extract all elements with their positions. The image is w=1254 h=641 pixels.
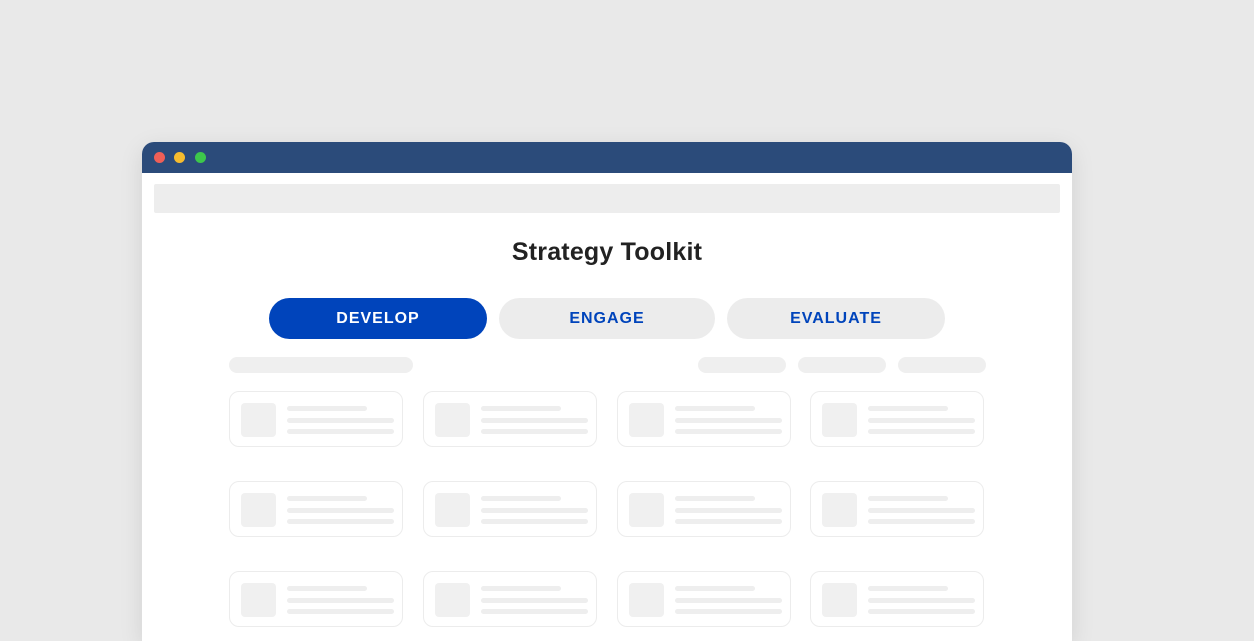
card-text-placeholder: [868, 508, 975, 513]
card-text-placeholder: [675, 508, 782, 513]
card-text-placeholder: [481, 609, 588, 614]
card-text-placeholder: [481, 418, 588, 423]
maximize-window-icon[interactable]: [195, 152, 206, 163]
card-text-placeholder: [481, 598, 588, 603]
browser-window: Strategy Toolkit DEVELOP ENGAGE EVALUATE: [142, 142, 1072, 641]
card-thumbnail: [241, 403, 276, 437]
minimize-window-icon[interactable]: [174, 152, 185, 163]
toolkit-card[interactable]: [617, 571, 791, 627]
toolkit-card[interactable]: [423, 481, 597, 537]
card-text-placeholder: [287, 406, 367, 411]
card-thumbnail: [435, 403, 470, 437]
card-text-placeholder: [481, 586, 561, 591]
card-text-placeholder: [868, 418, 975, 423]
toolkit-card[interactable]: [229, 481, 403, 537]
toolkit-card[interactable]: [810, 481, 984, 537]
card-thumbnail: [822, 493, 857, 527]
card-text-placeholder: [868, 586, 948, 591]
card-thumbnail: [629, 493, 664, 527]
card-text-placeholder: [868, 598, 975, 603]
card-thumbnail: [822, 583, 857, 617]
card-text-placeholder: [868, 496, 948, 501]
sort-placeholder-3: [898, 357, 986, 373]
tab-develop[interactable]: DEVELOP: [269, 298, 487, 339]
close-window-icon[interactable]: [154, 152, 165, 163]
card-text-placeholder: [287, 496, 367, 501]
card-text-placeholder: [675, 418, 782, 423]
page-title: Strategy Toolkit: [511, 238, 703, 266]
sort-placeholder-1: [698, 357, 786, 373]
card-thumbnail: [435, 583, 470, 617]
tab-engage[interactable]: ENGAGE: [499, 298, 715, 339]
card-thumbnail: [629, 403, 664, 437]
card-text-placeholder: [868, 429, 975, 434]
card-text-placeholder: [287, 418, 394, 423]
card-text-placeholder: [868, 406, 948, 411]
toolkit-card[interactable]: [617, 481, 791, 537]
card-text-placeholder: [675, 586, 755, 591]
card-text-placeholder: [287, 508, 394, 513]
toolkit-card[interactable]: [229, 391, 403, 447]
tab-evaluate[interactable]: EVALUATE: [727, 298, 945, 339]
card-text-placeholder: [481, 496, 561, 501]
card-thumbnail: [241, 493, 276, 527]
card-text-placeholder: [675, 406, 755, 411]
card-text-placeholder: [481, 508, 588, 513]
sort-placeholder-2: [798, 357, 886, 373]
card-text-placeholder: [287, 598, 394, 603]
card-text-placeholder: [287, 519, 394, 524]
toolkit-card[interactable]: [810, 571, 984, 627]
card-thumbnail: [629, 583, 664, 617]
card-text-placeholder: [868, 519, 975, 524]
toolkit-card[interactable]: [423, 571, 597, 627]
window-titlebar: [142, 142, 1072, 173]
card-text-placeholder: [287, 586, 367, 591]
card-text-placeholder: [675, 519, 782, 524]
card-thumbnail: [241, 583, 276, 617]
toolkit-card[interactable]: [423, 391, 597, 447]
card-text-placeholder: [287, 429, 394, 434]
toolkit-card[interactable]: [229, 571, 403, 627]
card-text-placeholder: [868, 609, 975, 614]
card-text-placeholder: [287, 609, 394, 614]
card-thumbnail: [435, 493, 470, 527]
toolkit-card[interactable]: [617, 391, 791, 447]
card-text-placeholder: [675, 496, 755, 501]
card-text-placeholder: [675, 609, 782, 614]
card-text-placeholder: [675, 429, 782, 434]
card-text-placeholder: [675, 598, 782, 603]
card-text-placeholder: [481, 519, 588, 524]
card-text-placeholder: [481, 406, 561, 411]
toolkit-card[interactable]: [810, 391, 984, 447]
card-thumbnail: [822, 403, 857, 437]
filter-placeholder: [229, 357, 413, 373]
card-text-placeholder: [481, 429, 588, 434]
address-bar[interactable]: [154, 184, 1060, 213]
